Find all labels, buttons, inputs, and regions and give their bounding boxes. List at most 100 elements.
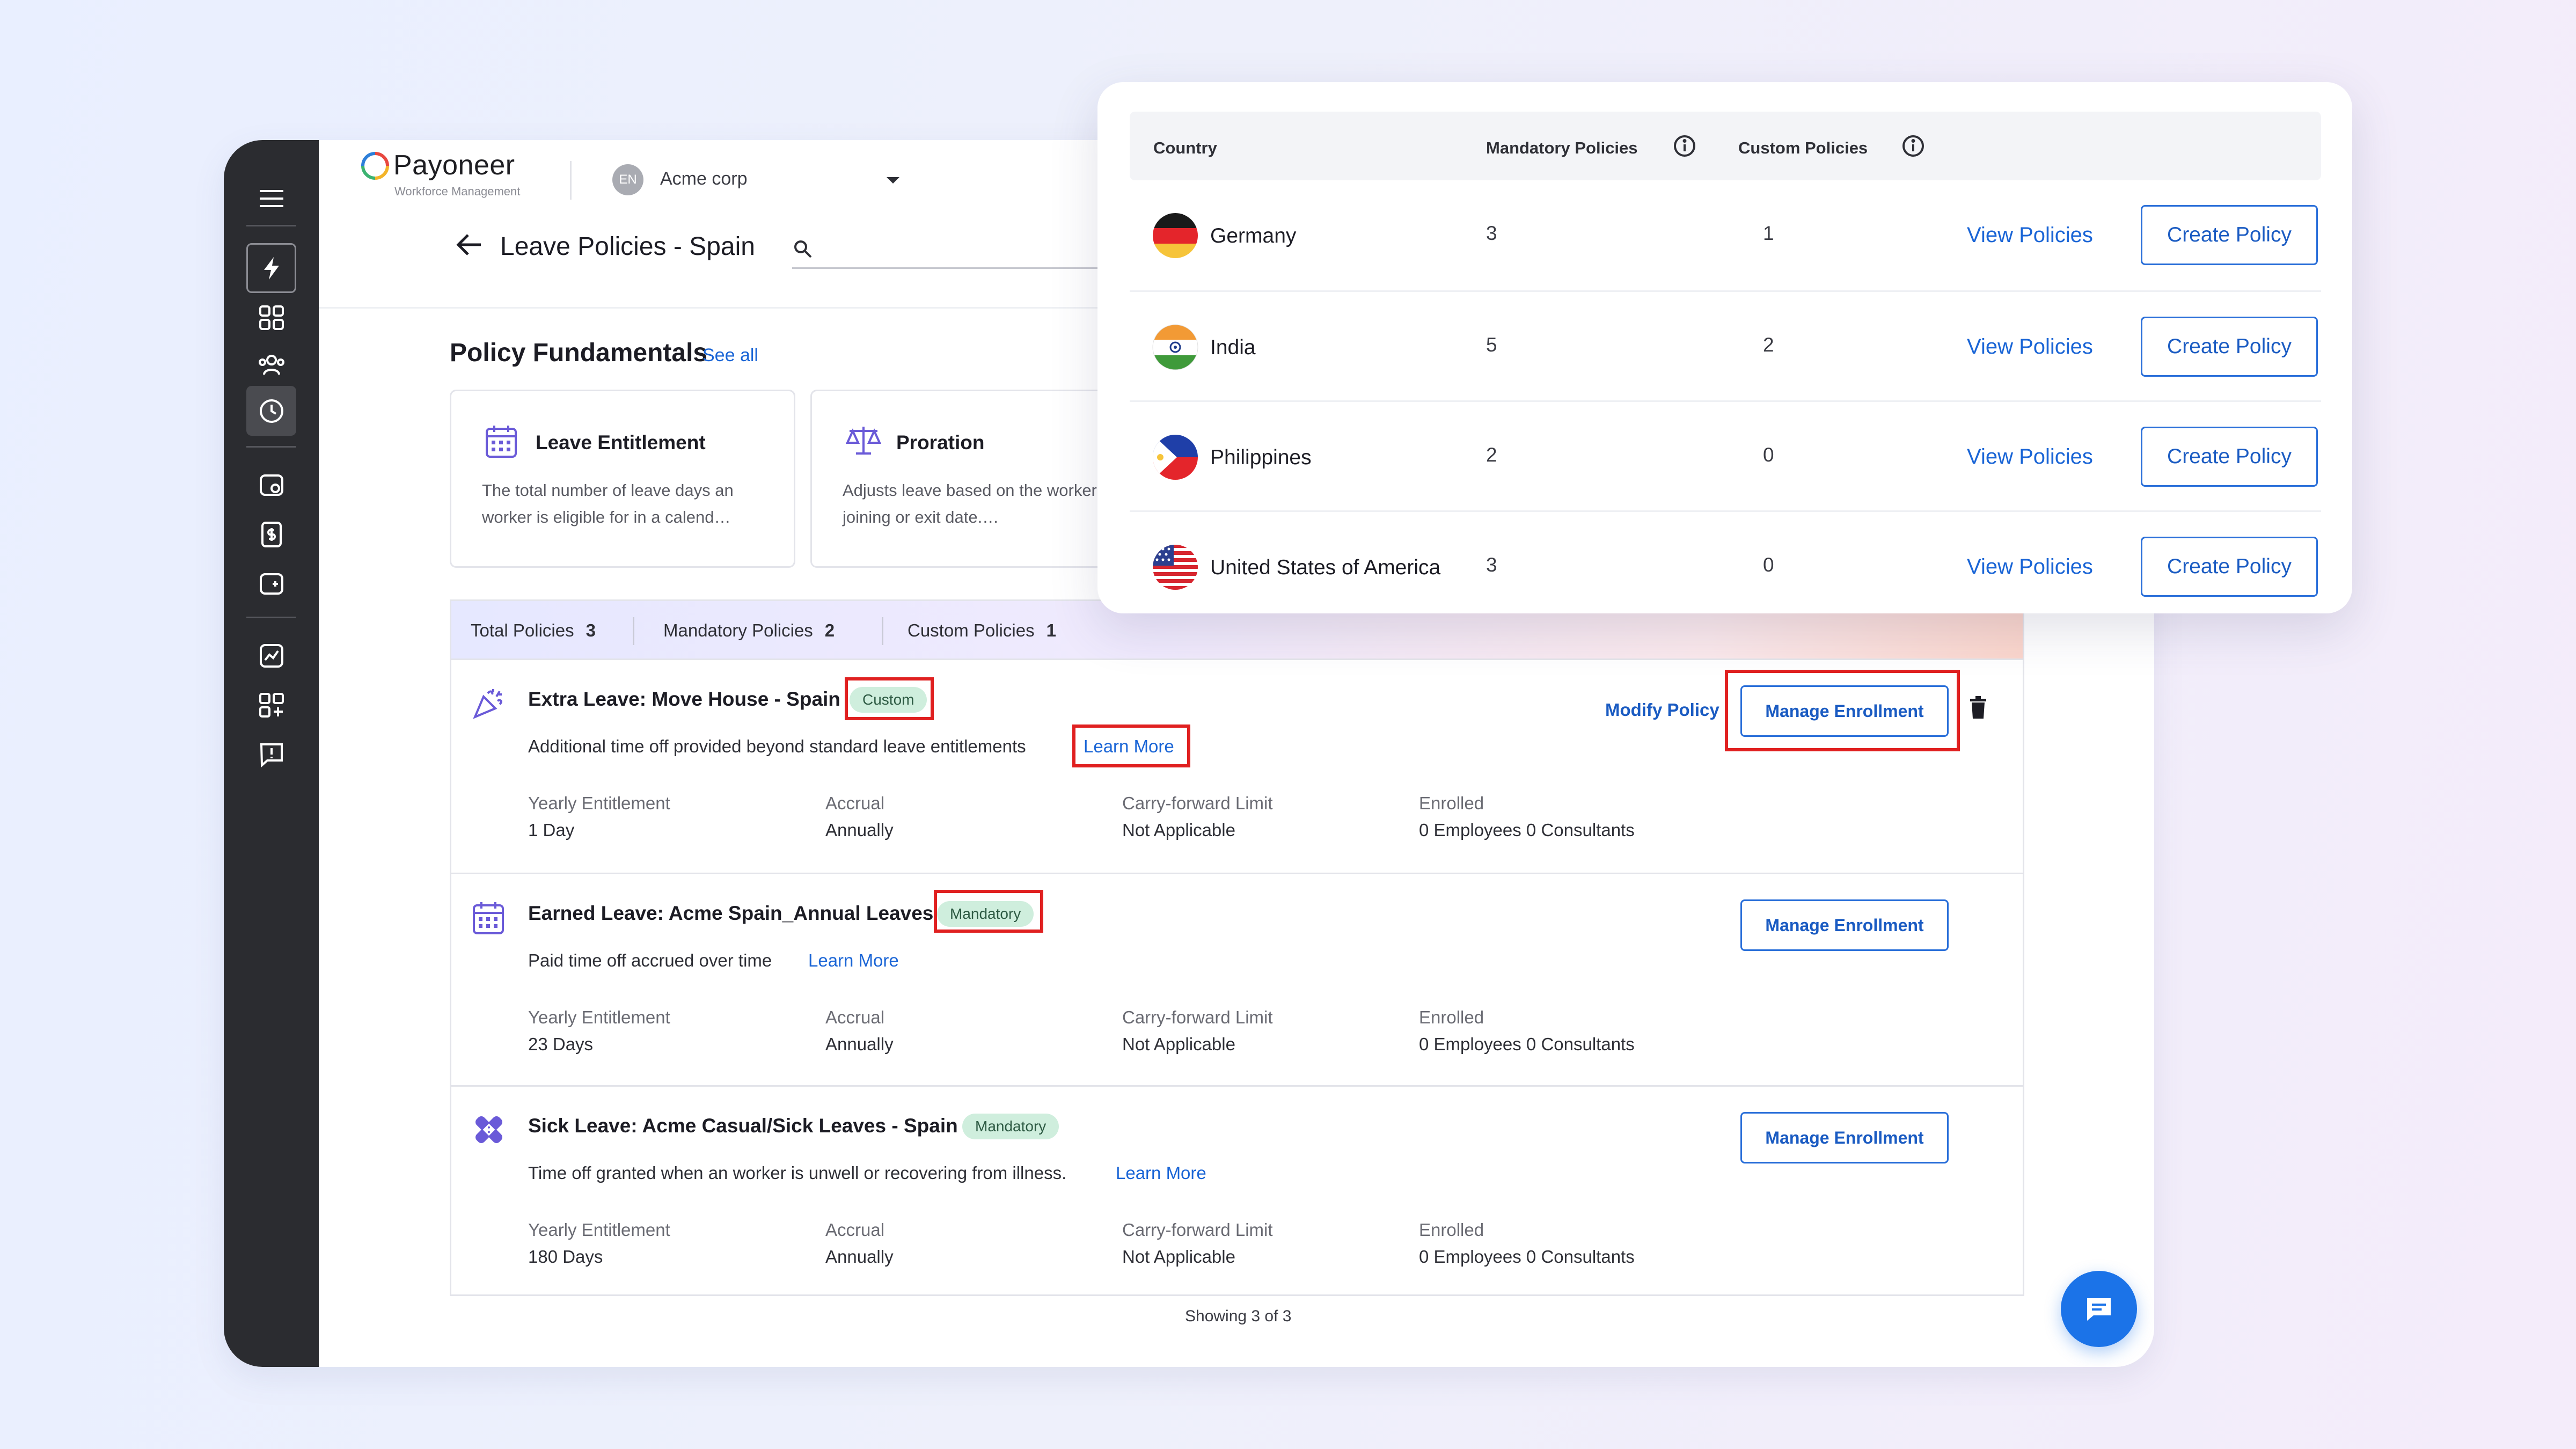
- enrolled-value: 0 Employees 0 Consultants: [1419, 1247, 1635, 1267]
- accrual-value: Annually: [825, 1034, 894, 1054]
- custom-count: 1: [1763, 222, 1774, 244]
- learn-more-link[interactable]: Learn More: [808, 950, 899, 971]
- policy-row: Earned Leave: Acme Spain_Annual Leaves M…: [451, 873, 2023, 1085]
- fundamentals-title: Policy Fundamentals: [450, 339, 708, 367]
- view-policies-link[interactable]: View Policies: [1967, 555, 2093, 579]
- country-row: Philippines 2 0 View Policies Create Pol…: [1130, 400, 2321, 510]
- analytics-icon[interactable]: [246, 631, 296, 680]
- card-description: Adjusts leave based on the worker's join…: [843, 481, 1109, 526]
- search-input[interactable]: [792, 267, 1114, 269]
- create-policy-button[interactable]: Create Policy: [2141, 317, 2318, 377]
- modify-policy-link[interactable]: Modify Policy: [1605, 700, 1719, 720]
- country-name: United States of America: [1210, 556, 1441, 579]
- country-name: Germany: [1210, 224, 1297, 247]
- india-flag-icon: [1152, 324, 1198, 370]
- enrolled-label: Enrolled: [1419, 1007, 1484, 1027]
- view-policies-link[interactable]: View Policies: [1967, 445, 2093, 469]
- card-title: Proration: [896, 431, 985, 453]
- info-icon[interactable]: [1673, 134, 1696, 158]
- enrolled-label: Enrolled: [1419, 1220, 1484, 1240]
- view-policies-link[interactable]: View Policies: [1967, 335, 2093, 359]
- philippines-flag-icon: [1152, 434, 1198, 480]
- search-icon[interactable]: [793, 239, 813, 259]
- trash-icon[interactable]: [1969, 696, 1987, 719]
- accrual-label: Accrual: [825, 1007, 885, 1027]
- create-policy-button[interactable]: Create Policy: [2141, 537, 2318, 597]
- menu-icon[interactable]: [246, 173, 296, 223]
- yearly-label: Yearly Entitlement: [528, 793, 670, 813]
- carry-label: Carry-forward Limit: [1122, 1007, 1273, 1027]
- carry-label: Carry-forward Limit: [1122, 1220, 1273, 1240]
- table-header: Country Mandatory Policies Custom Polici…: [1130, 112, 2321, 180]
- party-popper-icon: [472, 686, 506, 720]
- payroll-refresh-icon[interactable]: [246, 460, 296, 510]
- policy-list: Extra Leave: Move House - Spain Custom A…: [450, 658, 2024, 1296]
- total-policies: Total Policies 3: [471, 620, 596, 640]
- usa-flag-icon: [1152, 544, 1198, 590]
- learn-more-link[interactable]: Learn More: [1116, 1163, 1206, 1183]
- custom-count: 2: [1763, 334, 1774, 356]
- brand-subtitle: Workforce Management: [394, 185, 521, 198]
- card-description: The total number of leave days an worker…: [482, 481, 734, 526]
- mandatory-count: 3: [1486, 222, 1497, 244]
- policy-description: Time off granted when an worker is unwel…: [528, 1163, 1067, 1183]
- col-country: Country: [1153, 138, 1217, 157]
- org-avatar[interactable]: EN: [612, 164, 643, 195]
- dashboard-grid-icon[interactable]: [246, 292, 296, 342]
- status-badge: Mandatory: [962, 1114, 1059, 1139]
- col-custom: Custom Policies: [1738, 138, 1868, 157]
- back-arrow-icon[interactable]: [456, 233, 483, 257]
- policy-title: Earned Leave: Acme Spain_Annual Leaves: [528, 902, 934, 924]
- mandatory-count: 3: [1486, 554, 1497, 576]
- country-name: Philippines: [1210, 446, 1312, 469]
- brand-name: Payoneer: [393, 150, 515, 181]
- expense-icon[interactable]: [246, 559, 296, 609]
- clock-icon[interactable]: [246, 386, 296, 436]
- policy-title: Extra Leave: Move House - Spain: [528, 688, 840, 710]
- country-row: Germany 3 1 View Policies Create Policy: [1130, 180, 2321, 290]
- calendar-icon: [485, 423, 518, 459]
- lightning-icon[interactable]: [246, 243, 296, 293]
- sidebar: [224, 140, 319, 1367]
- mandatory-count: 5: [1486, 334, 1497, 356]
- feedback-icon[interactable]: [246, 729, 296, 779]
- yearly-value: 1 Day: [528, 820, 575, 840]
- people-icon[interactable]: [246, 340, 296, 390]
- scales-icon: [845, 423, 882, 457]
- country-name: India: [1210, 336, 1256, 359]
- apps-add-icon[interactable]: [246, 680, 296, 730]
- mandatory-count: 2: [1486, 444, 1497, 466]
- org-name[interactable]: Acme corp: [660, 169, 748, 189]
- chevron-down-icon[interactable]: [885, 176, 901, 185]
- manage-enrollment-button[interactable]: Manage Enrollment: [1740, 899, 1949, 951]
- custom-policies: Custom Policies 1: [908, 620, 1056, 640]
- yearly-value: 23 Days: [528, 1034, 594, 1054]
- chat-button[interactable]: [2061, 1271, 2137, 1347]
- carry-value: Not Applicable: [1122, 1034, 1235, 1054]
- info-icon[interactable]: [1901, 134, 1925, 158]
- country-row: United States of America 3 0 View Polici…: [1130, 510, 2321, 620]
- policy-title: Sick Leave: Acme Casual/Sick Leaves - Sp…: [528, 1115, 958, 1137]
- create-policy-button[interactable]: Create Policy: [2141, 427, 2318, 487]
- invoice-icon[interactable]: [246, 509, 296, 559]
- enrolled-value: 0 Employees 0 Consultants: [1419, 1034, 1635, 1054]
- see-all-link[interactable]: See all: [702, 345, 758, 366]
- accrual-value: Annually: [825, 820, 894, 840]
- col-mandatory: Mandatory Policies: [1486, 138, 1638, 157]
- leave-entitlement-card[interactable]: Leave Entitlement The total number of le…: [450, 390, 795, 568]
- carry-value: Not Applicable: [1122, 1247, 1235, 1267]
- highlight-learn-more: [1072, 724, 1190, 767]
- bandage-icon: [472, 1113, 506, 1147]
- yearly-label: Yearly Entitlement: [528, 1007, 670, 1027]
- manage-enrollment-button[interactable]: Manage Enrollment: [1740, 1112, 1949, 1163]
- enrolled-label: Enrolled: [1419, 793, 1484, 813]
- calendar-icon: [472, 900, 505, 935]
- chat-icon: [2087, 1298, 2111, 1321]
- policy-row: Sick Leave: Acme Casual/Sick Leaves - Sp…: [451, 1085, 2023, 1298]
- view-policies-link[interactable]: View Policies: [1967, 223, 2093, 247]
- accrual-value: Annually: [825, 1247, 894, 1267]
- country-row: India 5 2 View Policies Create Policy: [1130, 290, 2321, 400]
- create-policy-button[interactable]: Create Policy: [2141, 205, 2318, 265]
- highlight-manage-enrollment: [1725, 670, 1960, 751]
- enrolled-value: 0 Employees 0 Consultants: [1419, 820, 1635, 840]
